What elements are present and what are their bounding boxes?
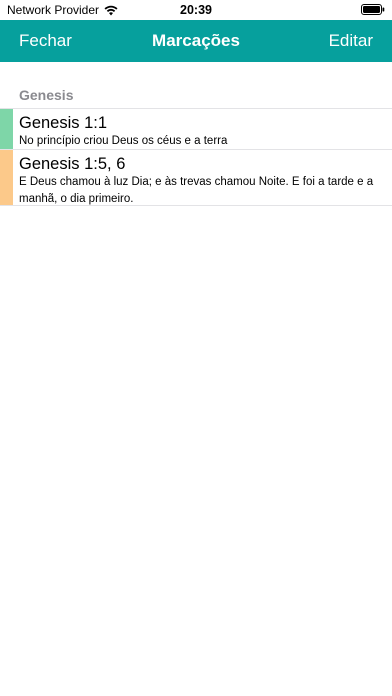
bookmark-reference: Genesis 1:1: [19, 114, 108, 132]
bookmark-row[interactable]: Genesis 1:1 No princípio criou Deus os c…: [0, 109, 392, 150]
bookmark-row[interactable]: Genesis 1:5, 6 E Deus chamou à luz Dia; …: [0, 150, 392, 206]
close-button[interactable]: Fechar: [19, 31, 72, 51]
bookmark-reference: Genesis 1:5, 6: [19, 155, 126, 173]
edit-button[interactable]: Editar: [329, 31, 373, 51]
bookmark-text: E Deus chamou à luz Dia; e às trevas cha…: [19, 176, 374, 205]
status-time: 20:39: [180, 3, 212, 17]
navigation-bar: Fechar Marcações Editar: [0, 20, 392, 62]
status-bar: Network Provider 20:39: [0, 0, 392, 20]
section-title: Genesis: [19, 87, 74, 103]
section-header: Genesis: [0, 83, 392, 107]
bookmark-list: Genesis 1:1 No princípio criou Deus os c…: [0, 108, 392, 206]
battery-icon: [361, 4, 385, 15]
highlight-color-bar: [0, 109, 13, 149]
highlight-color-bar: [0, 150, 13, 205]
